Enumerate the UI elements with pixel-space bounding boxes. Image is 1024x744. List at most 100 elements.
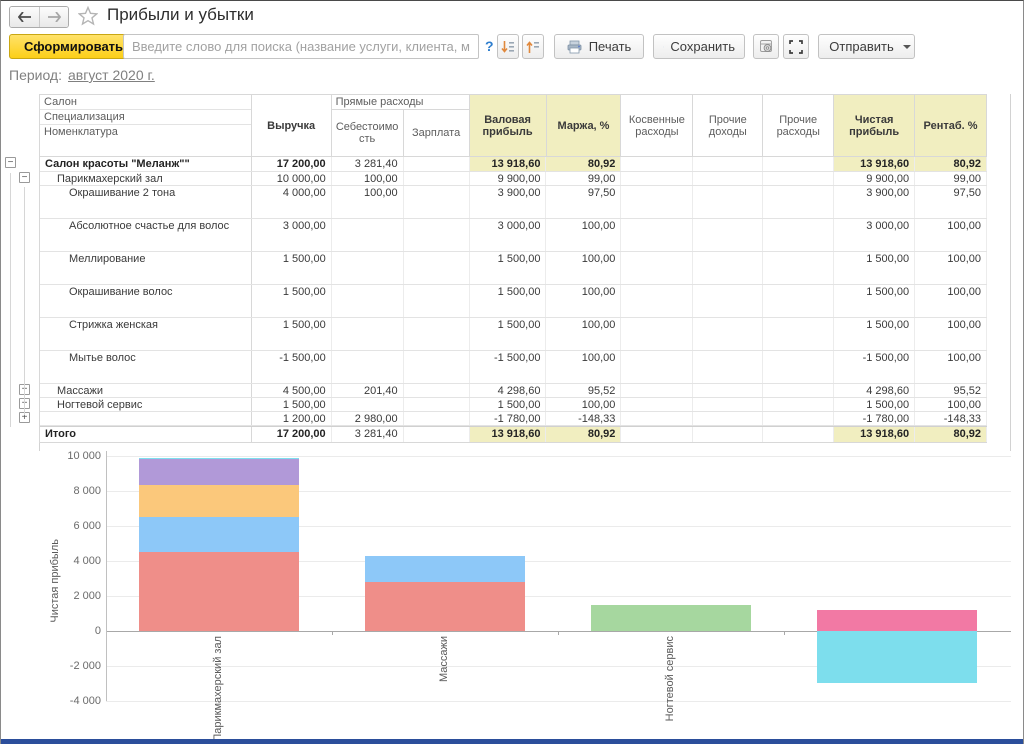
value-cell[interactable]: 4 000,00 xyxy=(252,186,332,218)
table-row[interactable]: Меллирование1 500,001 500,00100,001 500,… xyxy=(40,252,987,285)
value-cell[interactable]: 1 500,00 xyxy=(834,398,915,411)
header-gross-profit[interactable]: Валовая прибыль xyxy=(470,95,547,157)
value-cell[interactable] xyxy=(404,172,470,185)
value-cell[interactable]: 97,50 xyxy=(546,186,621,218)
value-cell[interactable]: 1 500,00 xyxy=(252,398,332,411)
row-name-cell[interactable]: Мытье волос xyxy=(40,351,252,383)
value-cell[interactable] xyxy=(404,427,470,442)
header-revenue[interactable]: Выручка xyxy=(252,95,332,157)
value-cell[interactable] xyxy=(621,318,693,350)
chart-bar-segment[interactable] xyxy=(139,459,299,485)
value-cell[interactable]: 17 200,00 xyxy=(252,157,332,171)
value-cell[interactable]: 1 500,00 xyxy=(252,285,332,317)
value-cell[interactable]: 13 918,60 xyxy=(834,157,915,171)
value-cell[interactable] xyxy=(404,252,470,284)
value-cell[interactable] xyxy=(404,384,470,397)
value-cell[interactable]: 1 500,00 xyxy=(470,285,547,317)
report-settings-button[interactable] xyxy=(753,34,779,59)
value-cell[interactable] xyxy=(621,351,693,383)
value-cell[interactable]: 100,00 xyxy=(546,252,621,284)
header-net-profit[interactable]: Чистая прибыль xyxy=(834,95,915,157)
row-name-cell[interactable]: Окрашивание волос xyxy=(40,285,252,317)
value-cell[interactable]: 100,00 xyxy=(915,285,987,317)
value-cell[interactable]: 3 000,00 xyxy=(470,219,547,251)
value-cell[interactable]: 2 980,00 xyxy=(332,412,404,425)
chart-bar-segment[interactable] xyxy=(365,556,525,582)
value-cell[interactable]: 13 918,60 xyxy=(470,427,547,442)
value-cell[interactable] xyxy=(693,252,763,284)
table-row[interactable]: Ногтевой сервис1 500,001 500,00100,001 5… xyxy=(40,398,987,412)
value-cell[interactable]: 13 918,60 xyxy=(470,157,547,171)
value-cell[interactable] xyxy=(621,384,693,397)
chart-bar-segment[interactable] xyxy=(817,610,977,631)
header-salary[interactable]: Зарплата xyxy=(404,110,470,157)
value-cell[interactable]: 80,92 xyxy=(915,427,987,442)
value-cell[interactable] xyxy=(404,186,470,218)
value-cell[interactable] xyxy=(763,157,834,171)
value-cell[interactable]: -1 500,00 xyxy=(834,351,915,383)
value-cell[interactable]: 100,00 xyxy=(546,219,621,251)
value-cell[interactable]: 10 000,00 xyxy=(252,172,332,185)
value-cell[interactable] xyxy=(693,398,763,411)
value-cell[interactable]: -1 500,00 xyxy=(470,351,547,383)
header-direct-expenses[interactable]: Прямые расходы xyxy=(332,95,470,110)
value-cell[interactable]: 100,00 xyxy=(332,172,404,185)
value-cell[interactable] xyxy=(621,157,693,171)
value-cell[interactable]: 4 500,00 xyxy=(252,384,332,397)
value-cell[interactable]: 9 900,00 xyxy=(834,172,915,185)
table-row[interactable]: Абсолютное счастье для волос3 000,003 00… xyxy=(40,219,987,252)
row-name-cell[interactable]: Абсолютное счастье для волос xyxy=(40,219,252,251)
value-cell[interactable]: -148,33 xyxy=(915,412,987,425)
value-cell[interactable]: 100,00 xyxy=(546,351,621,383)
value-cell[interactable]: 100,00 xyxy=(915,351,987,383)
value-cell[interactable]: 100,00 xyxy=(332,186,404,218)
value-cell[interactable] xyxy=(693,384,763,397)
row-name-cell[interactable]: Итого xyxy=(40,427,252,442)
value-cell[interactable]: -1 500,00 xyxy=(252,351,332,383)
header-indirect-expenses[interactable]: Косвенные расходы xyxy=(621,95,693,157)
value-cell[interactable] xyxy=(693,186,763,218)
value-cell[interactable] xyxy=(332,351,404,383)
table-row[interactable]: Салон красоты "Меланж""17 200,003 281,40… xyxy=(40,157,987,172)
chart-bar-segment[interactable] xyxy=(139,552,299,631)
chart-bar-segment[interactable] xyxy=(365,582,525,631)
value-cell[interactable] xyxy=(621,412,693,425)
value-cell[interactable] xyxy=(621,427,693,442)
chart-bar-segment[interactable] xyxy=(139,517,299,552)
value-cell[interactable] xyxy=(763,219,834,251)
value-cell[interactable]: 100,00 xyxy=(915,219,987,251)
value-cell[interactable]: 100,00 xyxy=(546,318,621,350)
value-cell[interactable] xyxy=(621,252,693,284)
value-cell[interactable] xyxy=(404,351,470,383)
value-cell[interactable]: 95,52 xyxy=(915,384,987,397)
header-other-income[interactable]: Прочие доходы xyxy=(693,95,763,157)
value-cell[interactable] xyxy=(763,252,834,284)
value-cell[interactable]: 3 281,40 xyxy=(332,427,404,442)
chart-bar-segment[interactable] xyxy=(591,605,751,631)
value-cell[interactable]: 99,00 xyxy=(915,172,987,185)
value-cell[interactable]: 100,00 xyxy=(915,252,987,284)
value-cell[interactable] xyxy=(404,157,470,171)
value-cell[interactable] xyxy=(763,172,834,185)
value-cell[interactable]: 1 500,00 xyxy=(470,318,547,350)
table-row[interactable]: Итого17 200,003 281,4013 918,6080,9213 9… xyxy=(40,426,987,443)
value-cell[interactable]: 100,00 xyxy=(915,318,987,350)
header-margin[interactable]: Маржа, % xyxy=(547,95,622,157)
value-cell[interactable] xyxy=(332,252,404,284)
sort-descending-button[interactable] xyxy=(497,34,519,59)
value-cell[interactable]: -1 780,00 xyxy=(834,412,915,425)
value-cell[interactable] xyxy=(763,318,834,350)
send-button[interactable]: Отправить xyxy=(818,34,915,59)
value-cell[interactable]: 17 200,00 xyxy=(252,427,332,442)
value-cell[interactable]: 100,00 xyxy=(546,285,621,317)
header-other-expenses[interactable]: Прочие расходы xyxy=(763,95,834,157)
value-cell[interactable] xyxy=(763,384,834,397)
value-cell[interactable] xyxy=(621,398,693,411)
value-cell[interactable] xyxy=(332,219,404,251)
value-cell[interactable] xyxy=(763,285,834,317)
value-cell[interactable]: 1 500,00 xyxy=(252,318,332,350)
header-cost[interactable]: Себестоимость xyxy=(332,110,404,157)
back-button[interactable] xyxy=(10,7,39,27)
value-cell[interactable]: 1 500,00 xyxy=(470,252,547,284)
generate-button[interactable]: Сформировать xyxy=(9,34,138,59)
